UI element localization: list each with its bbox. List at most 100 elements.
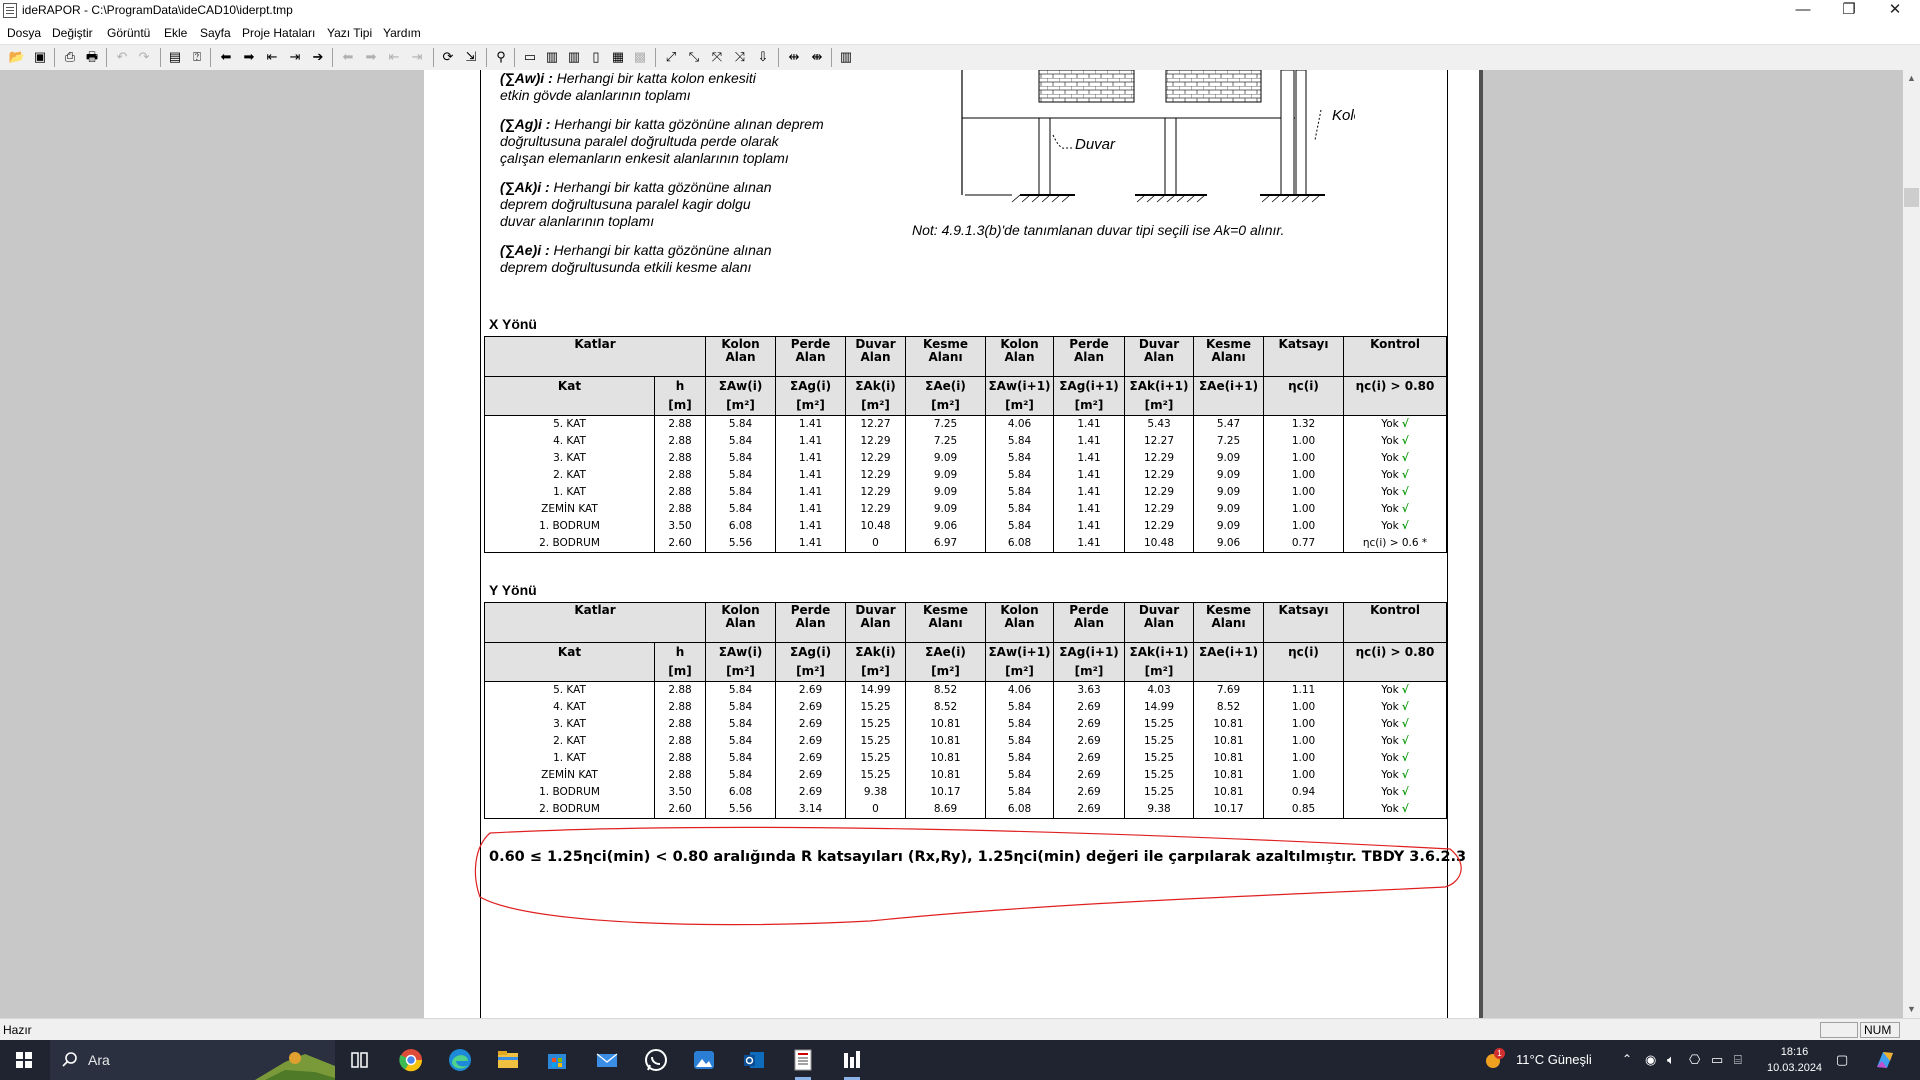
cell-value: 0 bbox=[872, 537, 879, 549]
zoom-2-icon[interactable]: ⤡ bbox=[685, 48, 703, 66]
location-icon[interactable]: ◉ bbox=[1645, 1052, 1656, 1068]
open-icon[interactable]: 📂 bbox=[8, 48, 26, 66]
notifications-icon[interactable]: ▢ bbox=[1836, 1052, 1848, 1068]
taskbar-search[interactable]: Ara bbox=[50, 1040, 335, 1080]
page-setup-icon[interactable]: ▤ bbox=[166, 48, 184, 66]
goto-icon[interactable]: ➔ bbox=[309, 48, 327, 66]
close-button[interactable]: ✕ bbox=[1872, 0, 1918, 22]
cell-value: 2.69 bbox=[798, 786, 823, 798]
print-preview-icon[interactable]: ⎙ bbox=[61, 48, 79, 66]
taskbar-clock[interactable]: 18:16 10.03.2024 bbox=[1767, 1044, 1822, 1076]
camera-icon[interactable]: ⎔ bbox=[1689, 1052, 1700, 1068]
next-icon[interactable]: ➡ bbox=[240, 48, 258, 66]
last-disabled-icon[interactable]: ⇥ bbox=[408, 48, 426, 66]
menu-goruntu[interactable]: Görüntü bbox=[107, 26, 150, 40]
mail-icon[interactable] bbox=[593, 1047, 621, 1073]
last-icon[interactable]: ⇥ bbox=[286, 48, 304, 66]
weather-text[interactable]: 11°C Güneşli bbox=[1516, 1052, 1592, 1067]
redo-icon[interactable]: ↷ bbox=[135, 48, 153, 66]
refresh-icon[interactable]: ⟳ bbox=[439, 48, 457, 66]
photos-icon[interactable] bbox=[690, 1047, 718, 1073]
header-unit: [m²] bbox=[1005, 398, 1034, 412]
cell-eta: 1.00 bbox=[1263, 750, 1345, 767]
table-row: 2. BODRUM 2.60 5.56 3.14 0 8.69 6.08 2.69 9.38 10… bbox=[484, 801, 1448, 819]
idecad-icon[interactable] bbox=[838, 1047, 866, 1073]
cell-ak: 15.25 bbox=[845, 716, 907, 733]
header-text: Alan bbox=[795, 616, 826, 630]
scroll-down-icon[interactable]: ▼ bbox=[1903, 1001, 1920, 1018]
zoom-3-icon[interactable]: ⤧ bbox=[708, 48, 726, 66]
zoom-1-icon[interactable]: ⤢ bbox=[662, 48, 680, 66]
cell-aw-next: 5.84 bbox=[985, 518, 1055, 535]
outlook-icon[interactable] bbox=[740, 1047, 768, 1073]
cell-eta: 1.00 bbox=[1263, 699, 1345, 716]
menu-degistir[interactable]: Değiştir bbox=[52, 26, 93, 40]
whatsapp-icon[interactable] bbox=[642, 1047, 670, 1073]
menu-yazi-tipi[interactable]: Yazı Tipi bbox=[327, 26, 372, 40]
menu-dosya[interactable]: Dosya bbox=[7, 26, 41, 40]
battery-icon[interactable]: ▭ bbox=[1711, 1052, 1723, 1068]
scroll-thumb[interactable] bbox=[1904, 188, 1919, 207]
layout-5-icon[interactable]: ▦ bbox=[609, 48, 627, 66]
edge-icon[interactable] bbox=[446, 1047, 474, 1073]
cell-ag: 1.41 bbox=[775, 433, 847, 450]
show-hidden-icons-icon[interactable]: ⌃ bbox=[1622, 1052, 1632, 1066]
help-page-icon[interactable]: ⍰ bbox=[188, 48, 206, 66]
minimize-button[interactable]: — bbox=[1780, 0, 1826, 22]
layout-6-icon[interactable]: ▩ bbox=[631, 48, 649, 66]
file-explorer-icon[interactable] bbox=[494, 1047, 522, 1073]
task-view-icon[interactable] bbox=[346, 1047, 374, 1073]
layout-4-icon[interactable]: ▯ bbox=[587, 48, 605, 66]
vertical-scrollbar[interactable]: ▲ ▼ bbox=[1903, 70, 1920, 1018]
header-aw: ΣAw(i) [m²] bbox=[705, 642, 777, 682]
fit-page-icon[interactable]: ⇼ bbox=[808, 48, 826, 66]
copilot-icon[interactable] bbox=[1873, 1049, 1897, 1071]
columns-icon[interactable]: ▥ bbox=[837, 48, 855, 66]
cell-value: 8.52 bbox=[1216, 701, 1241, 713]
layout-2-icon[interactable]: ▥ bbox=[543, 48, 561, 66]
num-lock-indicator: NUM bbox=[1860, 1022, 1900, 1038]
menu-sayfa[interactable]: Sayfa bbox=[200, 26, 231, 40]
menu-proje-hatalari[interactable]: Proje Hataları bbox=[242, 26, 315, 40]
cell-control: Yok √ bbox=[1343, 784, 1448, 801]
menu-yardim[interactable]: Yardım bbox=[383, 26, 421, 40]
layout-1-icon[interactable]: ▭ bbox=[521, 48, 539, 66]
export-icon[interactable]: ⇲ bbox=[462, 48, 480, 66]
save-icon[interactable]: ▣ bbox=[31, 48, 49, 66]
layout-3-icon[interactable]: ▥ bbox=[565, 48, 583, 66]
fit-width-icon[interactable]: ⇹ bbox=[785, 48, 803, 66]
first-disabled-icon[interactable]: ⇤ bbox=[385, 48, 403, 66]
definition-ae: (∑Ae)i : Herhangi bir katta gözönüne alı… bbox=[500, 242, 920, 276]
table-row: 3. KAT 2.88 5.84 2.69 15.25 10.81 5.84 2.69 15.2… bbox=[484, 716, 1448, 733]
cell-ak: 15.25 bbox=[845, 767, 907, 784]
cell-ag-next: 1.41 bbox=[1053, 433, 1126, 450]
iderapor-taskbar-icon[interactable] bbox=[789, 1047, 817, 1073]
cell-value: 10.17 bbox=[1213, 803, 1244, 815]
volume-icon[interactable]: 🔈︎ bbox=[1667, 1052, 1675, 1068]
print-icon[interactable]: 🖶 bbox=[83, 48, 101, 66]
windows-start-icon[interactable] bbox=[10, 1047, 38, 1073]
store-icon[interactable] bbox=[543, 1047, 571, 1073]
cell-value: 3. KAT bbox=[553, 718, 586, 730]
cell-value: 5.84 bbox=[728, 486, 753, 498]
restore-button[interactable]: ❐ bbox=[1826, 0, 1872, 22]
scroll-up-icon[interactable]: ▲ bbox=[1903, 70, 1920, 87]
first-icon[interactable]: ⇤ bbox=[263, 48, 281, 66]
tree-icon[interactable]: ⚲ bbox=[492, 48, 510, 66]
cell-control: Yok √ bbox=[1343, 501, 1448, 518]
cell-ae: 9.06 bbox=[905, 518, 987, 535]
cell-ak-next: 10.48 bbox=[1124, 535, 1195, 553]
cell-value: 5. KAT bbox=[553, 684, 586, 696]
network-icon[interactable]: ⌸ bbox=[1734, 1052, 1742, 1068]
prev-disabled-icon[interactable]: ⬅ bbox=[339, 48, 357, 66]
cell-ag-next: 1.41 bbox=[1053, 484, 1126, 501]
zoom-4-icon[interactable]: ⤨ bbox=[731, 48, 749, 66]
menu-ekle[interactable]: Ekle bbox=[164, 26, 187, 40]
next-disabled-icon[interactable]: ➡ bbox=[362, 48, 380, 66]
cell-value: 15.25 bbox=[860, 735, 891, 747]
cell-ag: 3.14 bbox=[775, 801, 847, 819]
chrome-icon[interactable] bbox=[397, 1047, 425, 1073]
prev-icon[interactable]: ⬅ bbox=[217, 48, 235, 66]
zoom-5-icon[interactable]: ⇩ bbox=[754, 48, 772, 66]
undo-icon[interactable]: ↶ bbox=[113, 48, 131, 66]
